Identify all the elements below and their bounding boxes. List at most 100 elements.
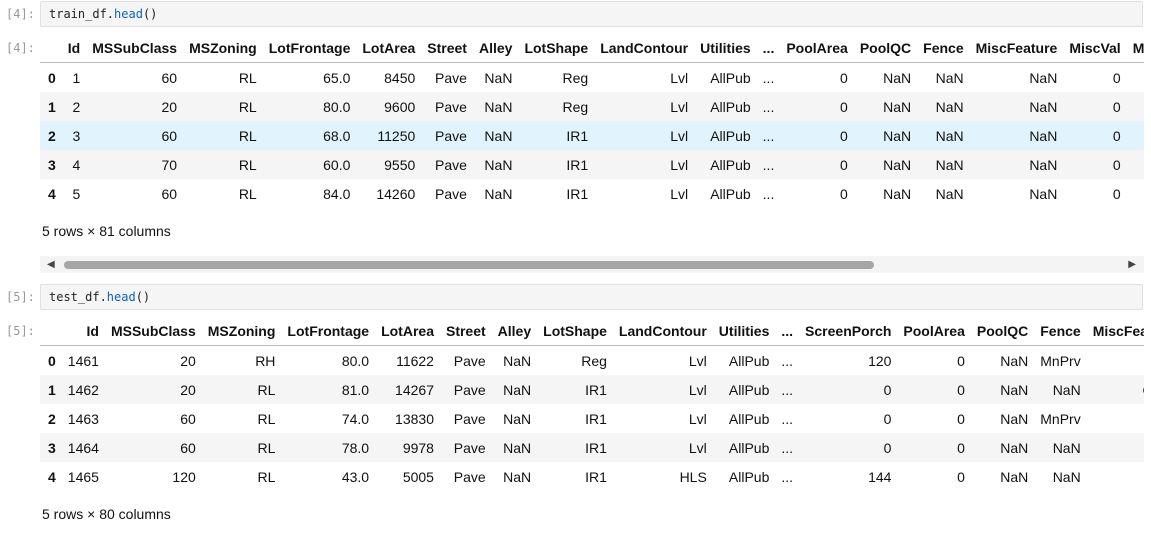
row-index: 2 [48, 127, 56, 144]
table-cell: AllPub [728, 439, 770, 456]
table-cell: 68.0 [323, 127, 351, 144]
code-function: head [114, 7, 143, 21]
table-cell: ... [762, 156, 775, 173]
table-cell: 0 [840, 127, 848, 144]
table-cell: 0 [1112, 156, 1121, 173]
table-cell: MnPrv [1040, 410, 1081, 427]
table-cell: AllPub [728, 381, 770, 398]
column-header: Utilities [694, 34, 757, 63]
table-cell: Pave [453, 439, 486, 456]
table-cell: NaN [935, 185, 964, 202]
code-object: train_df. [49, 7, 115, 21]
table-row: 4 5 60 RL 84.0 14260 Pave NaN IR1 Lvl AllPub... 0 Na… [40, 179, 1144, 208]
column-header: Utilities [712, 317, 776, 346]
column-header: Alley [472, 34, 519, 63]
table-cell: 13830 [395, 410, 434, 427]
row-index: 2 [48, 410, 56, 427]
row-index: 3 [48, 156, 56, 173]
table-cell: NaN [935, 98, 964, 115]
table-cell: NaN [1000, 439, 1029, 456]
table-cell: Pave [453, 352, 486, 369]
table-cell: NaN [503, 439, 532, 456]
table-cell: NaN [883, 69, 912, 86]
table-cell: RL [238, 69, 257, 86]
table-cell: Lvl [688, 410, 707, 427]
table-cell: RL [257, 439, 276, 456]
table-header-row: Id MSSubClass MSZoning LotFrontage LotArea St… [40, 34, 1144, 63]
table-cell: 43.0 [341, 468, 370, 485]
column-header: Street [439, 317, 492, 346]
table-cell: 65.0 [323, 69, 351, 86]
table-cell: NaN [1029, 156, 1058, 173]
table-cell: NaN [935, 127, 964, 144]
index-header [40, 317, 62, 346]
code-object: test_df. [49, 290, 107, 304]
table-row: 3 1464 60 RL 78.0 9978 Pave NaN IR1 Lvl AllPub... 0… [40, 433, 1144, 462]
output-prompt-4: [4]: [6, 41, 35, 55]
table-cell: 60 [161, 69, 178, 86]
table-cell: ... [762, 69, 775, 86]
table-cell: NaN [935, 156, 964, 173]
column-header: ScreenPorch [799, 317, 898, 346]
table-cell: 11250 [377, 127, 416, 144]
table-cell: 1 [72, 69, 81, 86]
table-cell: Lvl [670, 156, 689, 173]
table-cell: NaN [1000, 381, 1029, 398]
column-header: MiscFeature [969, 34, 1064, 63]
table-cell [1127, 92, 1144, 121]
table-cell: 84.0 [323, 185, 351, 202]
table-cell: NaN [1029, 98, 1058, 115]
scrollbar-thumb[interactable] [64, 261, 874, 269]
scroll-right-arrow-icon[interactable]: ▶ [1128, 259, 1136, 270]
column-header: Street [421, 34, 473, 63]
table-cell [1127, 150, 1144, 179]
table-cell: NaN [503, 468, 532, 485]
table-cell: NaN [503, 381, 532, 398]
table-cell: NaN [935, 69, 964, 86]
code-text: train_df.head() [49, 7, 157, 21]
table-cell: Lvl [688, 439, 707, 456]
column-header: Mo [1126, 34, 1144, 63]
table-cell: 0 [840, 69, 848, 86]
table-cell: 1462 [67, 381, 99, 398]
table-row: 3 4 70 RL 60.0 9550 Pave NaN IR1 Lvl AllPub... 0 NaN… [40, 150, 1144, 179]
table-cell: Lvl [670, 98, 689, 115]
table-cell: Lvl [670, 127, 689, 144]
table-cell: ... [762, 185, 775, 202]
table-cell: 11622 [396, 352, 434, 369]
table-row: 0 1461 20 RH 80.0 11622 Pave NaN Reg Lvl AllPub...… [40, 346, 1144, 376]
code-text: test_df.head() [49, 290, 150, 304]
code-paren: () [135, 290, 151, 304]
row-index: 4 [48, 468, 56, 485]
column-header: ... [756, 34, 781, 63]
table-cell: Pave [435, 185, 467, 202]
code-cell-test-head[interactable]: test_df.head() [40, 284, 1143, 310]
table-cell: 9978 [402, 439, 434, 456]
column-header: PoolQC [853, 34, 918, 63]
table-cell: NaN [484, 98, 513, 115]
column-header: Fence [1034, 317, 1087, 346]
table-cell: 74.0 [341, 410, 370, 427]
table-cell: IR1 [585, 381, 607, 398]
table-cell: RL [238, 156, 257, 173]
table-cell: 60 [161, 127, 178, 144]
code-cell-train-head[interactable]: train_df.head() [40, 1, 1143, 27]
row-index: 4 [48, 185, 56, 202]
horizontal-scrollbar[interactable]: ◀ ▶ [40, 256, 1144, 273]
table-cell: 81.0 [341, 381, 370, 398]
column-header: PoolArea [897, 317, 971, 346]
table-cell: 0 [1112, 127, 1121, 144]
table-cell: 0 [883, 410, 892, 427]
column-header: Id [61, 317, 105, 346]
column-header: Fence [917, 34, 970, 63]
column-header: ... [775, 317, 800, 346]
table-row: 2 3 60 RL 68.0 11250 Pave NaN IR1 Lvl AllPub... 0 Na… [40, 121, 1144, 150]
table-cell: NaN [503, 352, 532, 369]
table-cell: ... [781, 410, 794, 427]
table-cell: 20 [161, 98, 178, 115]
table-cell: 1463 [67, 410, 99, 427]
scroll-left-arrow-icon[interactable]: ◀ [47, 259, 55, 270]
table-cell: 144 [868, 468, 892, 485]
table-cell [1127, 179, 1144, 208]
table-cell: 120 [868, 352, 892, 369]
